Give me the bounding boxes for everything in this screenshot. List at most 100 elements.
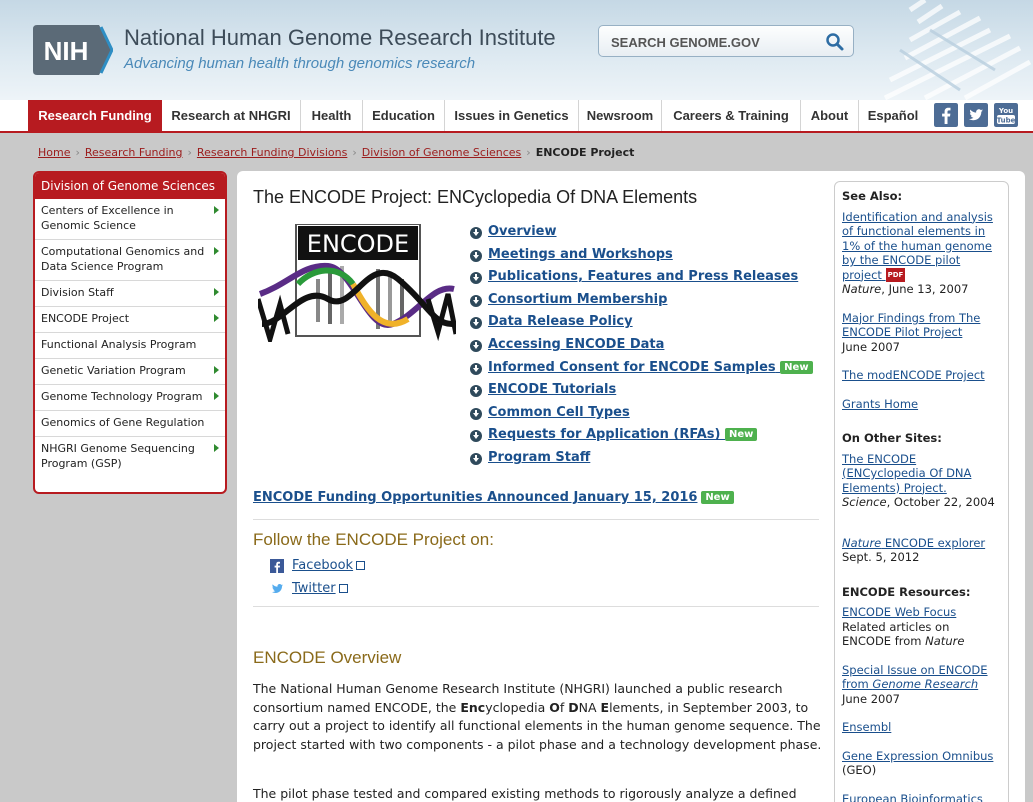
sidebar-item-functional-analysis[interactable]: Functional Analysis Program [35, 333, 225, 359]
nih-logo-text: NIH [44, 36, 89, 66]
twitter-link[interactable]: Twitter [292, 581, 348, 596]
download-arrow-icon [470, 452, 482, 465]
sidebar-title[interactable]: Division of Genome Sciences [35, 173, 225, 199]
list-item: ENCODE Web Focus Related articles on ENC… [842, 605, 1001, 649]
other-sites-heading: On Other Sites: [842, 431, 942, 445]
encode-logo-text: ENCODE [307, 230, 409, 258]
svg-text:You: You [998, 107, 1013, 115]
link-meetings-workshops[interactable]: Meetings and Workshops [488, 247, 673, 262]
sidebar-item-label: Genome Technology Program [41, 390, 203, 403]
sidebar-item-division-staff[interactable]: Division Staff [35, 281, 225, 307]
link-encode-tutorials[interactable]: ENCODE Tutorials [488, 382, 616, 397]
search-input[interactable] [611, 32, 811, 52]
nav-tab-issues-in-genetics[interactable]: Issues in Genetics [445, 100, 579, 131]
resource-link-ensembl[interactable]: Ensembl [842, 720, 891, 734]
link-overview[interactable]: Overview [488, 224, 557, 239]
sidebar-nav: Division of Genome Sciences Centers of E… [33, 171, 227, 494]
link-data-release-policy[interactable]: Data Release Policy [488, 314, 633, 329]
search-icon[interactable] [823, 30, 847, 54]
twitter-bird-icon [272, 584, 283, 593]
list-item: The ENCODE (ENCyclopedia Of DNA Elements… [842, 452, 1001, 510]
list-item: Identification and analysis of functiona… [842, 210, 1001, 297]
link-informed-consent[interactable]: Informed Consent for ENCODE Samples New [488, 360, 813, 375]
sidebar-item-label: Computational Genomics and Data Science … [41, 245, 205, 273]
svg-text:Tube: Tube [997, 117, 1016, 125]
sidebar-item-label: Division Staff [41, 286, 114, 299]
facebook-icon[interactable] [934, 103, 958, 127]
youtube-icon[interactable]: You Tube [994, 103, 1018, 127]
encode-resources-heading: ENCODE Resources: [842, 584, 971, 599]
link-rfas[interactable]: Requests for Application (RFAs) New [488, 427, 758, 442]
tagline: Advancing human health through genomics … [124, 55, 476, 72]
breadcrumb-division-genome-sciences[interactable]: Division of Genome Sciences [362, 146, 522, 159]
other-sites-meta: Science, October 22, 2004 [842, 495, 995, 509]
list-item: Grants Home [842, 397, 1001, 412]
other-sites-link-encode-science[interactable]: The ENCODE (ENCyclopedia Of DNA Elements… [842, 452, 971, 495]
breadcrumb-current: ENCODE Project [535, 146, 635, 159]
other-sites-link-nature-explorer[interactable]: Nature ENCODE explorer [842, 536, 985, 550]
nav-tab-careers-training[interactable]: Careers & Training [662, 100, 801, 131]
sidebar-item-encode-project[interactable]: ENCODE Project [35, 307, 225, 333]
arrow-right-icon [214, 288, 219, 296]
sidebar-item-genome-technology[interactable]: Genome Technology Program [35, 385, 225, 411]
breadcrumb-home[interactable]: Home [38, 146, 70, 159]
nav-tab-research-funding[interactable]: Research Funding [28, 100, 162, 131]
link-accessing-data[interactable]: Accessing ENCODE Data [488, 337, 664, 352]
breadcrumb-research-funding[interactable]: Research Funding [85, 146, 183, 159]
page-title: The ENCODE Project: ENCyclopedia Of DNA … [253, 187, 698, 207]
nav-tab-newsroom[interactable]: Newsroom [579, 100, 662, 131]
list-item: Nature ENCODE explorer Sept. 5, 2012 [842, 536, 1001, 565]
other-sites-meta: Sept. 5, 2012 [842, 550, 920, 564]
see-also-link-modencode[interactable]: The modENCODE Project [842, 368, 985, 382]
nav-tab-health[interactable]: Health [301, 100, 363, 131]
external-link-icon [338, 584, 348, 593]
twitter-link-label: Twitter [292, 581, 336, 596]
sidebar-item-computational-genomics[interactable]: Computational Genomics and Data Science … [35, 240, 225, 281]
dna-decoration-icon [883, 0, 1032, 100]
sidebar-item-genome-sequencing[interactable]: NHGRI Genome Sequencing Program (GSP) [35, 437, 225, 478]
sidebar-item-genetic-variation[interactable]: Genetic Variation Program [35, 359, 225, 385]
overview-paragraph-2: The pilot phase tested and compared exis… [253, 786, 797, 801]
nav-tab-education[interactable]: Education [363, 100, 445, 131]
institute-name[interactable]: National Human Genome Research Institute [124, 25, 556, 51]
link-consortium-membership[interactable]: Consortium Membership [488, 292, 667, 307]
download-arrow-icon [470, 294, 482, 307]
list-item: Ensembl [842, 720, 1001, 735]
link-program-staff[interactable]: Program Staff [488, 450, 590, 465]
chevron-right-icon: › [187, 146, 192, 159]
resource-link-ebi[interactable]: European Bioinformatics [842, 792, 983, 802]
resource-link-special-issue[interactable]: Special Issue on ENCODE from Genome Rese… [842, 663, 988, 692]
link-publications[interactable]: Publications, Features and Press Release… [488, 269, 798, 284]
sidebar-item-label: Centers of Excellence in Genomic Science [41, 204, 174, 232]
sidebar-item-label: NHGRI Genome Sequencing Program (GSP) [41, 442, 195, 470]
follow-heading: Follow the ENCODE Project on: [253, 530, 494, 549]
sidebar-item-label: Functional Analysis Program [41, 338, 197, 351]
see-also-link-major-findings[interactable]: Major Findings from The ENCODE Pilot Pro… [842, 311, 980, 340]
nav-tab-about[interactable]: About [801, 100, 859, 131]
sidebar-item-label: Genetic Variation Program [41, 364, 186, 377]
download-arrow-icon [470, 339, 482, 352]
sidebar-item-gene-regulation[interactable]: Genomics of Gene Regulation [35, 411, 225, 437]
see-also-link-grants-home[interactable]: Grants Home [842, 397, 918, 411]
pdf-icon: PDF [885, 267, 906, 282]
nih-logo[interactable]: NIH [33, 25, 113, 75]
resource-link-web-focus[interactable]: ENCODE Web Focus [842, 605, 956, 619]
chevron-right-icon: › [75, 146, 80, 159]
facebook-icon [270, 559, 284, 573]
facebook-link[interactable]: Facebook [292, 558, 366, 573]
see-also-link-identification[interactable]: Identification and analysis of functiona… [842, 210, 993, 282]
sidebar-item-centers-of-excellence[interactable]: Centers of Excellence in Genomic Science [35, 199, 225, 240]
list-item: Special Issue on ENCODE from Genome Rese… [842, 663, 1001, 707]
link-common-cell-types[interactable]: Common Cell Types [488, 405, 630, 420]
main-nav: Research Funding Research at NHGRI Healt… [0, 100, 1033, 133]
nav-tab-espanol[interactable]: Español [859, 100, 927, 131]
funding-opportunities-link[interactable]: ENCODE Funding Opportunities Announced J… [253, 490, 697, 505]
nav-tab-research-at-nhgri[interactable]: Research at NHGRI [162, 100, 301, 131]
funding-announcement: ENCODE Funding Opportunities Announced J… [253, 490, 734, 505]
breadcrumb-research-funding-divisions[interactable]: Research Funding Divisions [197, 146, 347, 159]
twitter-icon[interactable] [964, 103, 988, 127]
new-badge: New [725, 428, 758, 442]
breadcrumb: Home › Research Funding › Research Funding D… [38, 146, 634, 159]
sidebar-item-label: Genomics of Gene Regulation [41, 416, 205, 429]
resource-link-geo[interactable]: Gene Expression Omnibus [842, 749, 993, 763]
